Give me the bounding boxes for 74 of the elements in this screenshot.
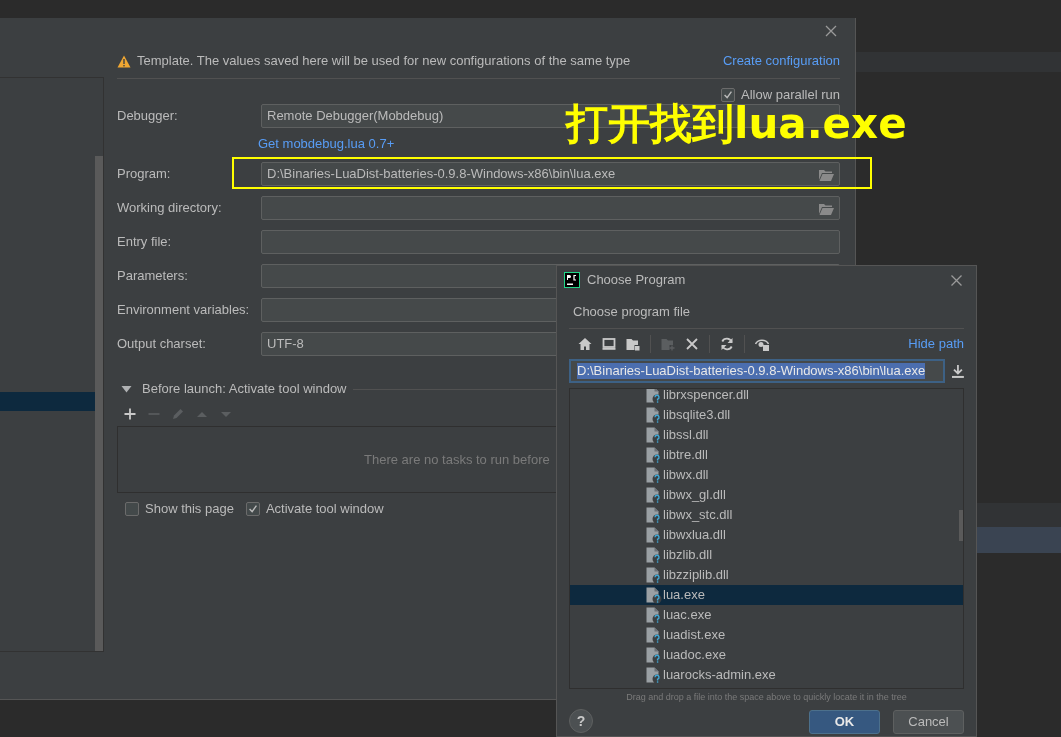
- file-row[interactable]: luadist.exe: [570, 625, 963, 645]
- file-row[interactable]: libzziplib.dll: [570, 565, 963, 585]
- file-icon: [646, 406, 662, 424]
- file-icon: [646, 526, 662, 544]
- file-row[interactable]: libwx.dll: [570, 465, 963, 485]
- field-label: Entry file:: [117, 233, 173, 252]
- file-row[interactable]: libsqlite3.dll: [570, 405, 963, 425]
- dialog-title: Choose Program: [587, 271, 686, 290]
- file-icon: [646, 486, 662, 504]
- path-field[interactable]: D:\Binaries-LuaDist-batteries-0.9.8-Windows-x86\bin\lua.exe: [569, 359, 946, 383]
- file-row[interactable]: libssl.dll: [570, 425, 963, 445]
- close-icon[interactable]: [685, 337, 699, 351]
- checkbox[interactable]: [245, 502, 260, 516]
- field-label: Output charset:: [117, 335, 207, 354]
- file-icon: [646, 586, 662, 604]
- section-title: Before launch: Activate tool window: [142, 380, 347, 399]
- checkbox-label: Show this page: [145, 500, 234, 519]
- empty-list-text: There are no tasks to run before: [364, 450, 550, 469]
- file-row[interactable]: lua.exe: [570, 585, 963, 605]
- file-row[interactable]: librxspencer.dll: [570, 389, 963, 405]
- folder-icon[interactable]: [818, 201, 834, 215]
- ok-button[interactable]: OK: [809, 710, 880, 734]
- input-field[interactable]: [261, 230, 840, 254]
- checkbox-label: Allow parallel run: [741, 86, 840, 105]
- warning-icon: [117, 54, 131, 68]
- folder-icon[interactable]: [818, 167, 834, 181]
- field-label: Program:: [117, 165, 172, 184]
- close-icon[interactable]: [951, 274, 962, 286]
- subtitle: Choose program file: [572, 303, 692, 318]
- file-row[interactable]: luac.exe: [570, 605, 963, 625]
- file-row[interactable]: libwx_stc.dll: [570, 505, 963, 525]
- folder-icon[interactable]: [626, 337, 640, 351]
- checkbox-label: Activate tool window: [265, 500, 384, 519]
- create-configuration-link[interactable]: Create configuration: [722, 51, 840, 71]
- file-row[interactable]: luadoc.exe: [570, 645, 963, 665]
- app-logo-icon: [564, 272, 580, 288]
- notice-text: Template. The values saved here will be used for new configurations of the same type: [137, 52, 631, 71]
- file-row[interactable]: luarocks-admin.exe: [570, 665, 963, 685]
- close-icon[interactable]: [825, 25, 837, 37]
- file-row[interactable]: libwxlua.dll: [570, 525, 963, 545]
- cancel-button[interactable]: Cancel: [893, 710, 964, 734]
- file-icon: [646, 606, 662, 624]
- field-label: Debugger:: [117, 107, 179, 126]
- file-row[interactable]: libtre.dll: [570, 445, 963, 465]
- input-field[interactable]: [261, 196, 840, 220]
- field-label: Parameters:: [117, 267, 189, 286]
- file-row[interactable]: libzlib.dll: [570, 545, 963, 565]
- checkbox[interactable]: [125, 502, 139, 516]
- checkbox[interactable]: [721, 88, 735, 102]
- field-label: Environment variables:: [117, 301, 251, 320]
- field-label: Working directory:: [117, 199, 223, 218]
- home-icon[interactable]: [578, 337, 592, 351]
- file-icon: [646, 466, 662, 484]
- file-row[interactable]: libwx_gl.dll: [570, 485, 963, 505]
- file-icon: [646, 389, 662, 404]
- file-icon: [646, 446, 662, 464]
- hide-path-link[interactable]: Hide path: [908, 334, 964, 354]
- file-icon: [646, 566, 662, 584]
- refresh-icon[interactable]: [720, 337, 734, 351]
- help-button[interactable]: ?: [569, 709, 593, 733]
- input-field[interactable]: D:\Binaries-LuaDist-batteries-0.9.8-Windows-x86\bin\lua.exe: [261, 162, 840, 186]
- file-icon: [646, 666, 662, 684]
- download-icon[interactable]: [952, 364, 964, 378]
- file-icon: [646, 426, 662, 444]
- monitor-icon[interactable]: [602, 337, 616, 351]
- file-icon: [646, 506, 662, 524]
- scrollbar[interactable]: [95, 156, 103, 651]
- triangle-icon[interactable]: [121, 385, 132, 393]
- file-icon: [646, 546, 662, 564]
- mobdebug-link[interactable]: Get mobdebug.lua 0.7+: [258, 134, 395, 154]
- plus-icon[interactable]: [124, 408, 136, 420]
- file-icon: [646, 646, 662, 664]
- file-icon: [646, 626, 662, 644]
- eye-icon[interactable]: [755, 337, 769, 351]
